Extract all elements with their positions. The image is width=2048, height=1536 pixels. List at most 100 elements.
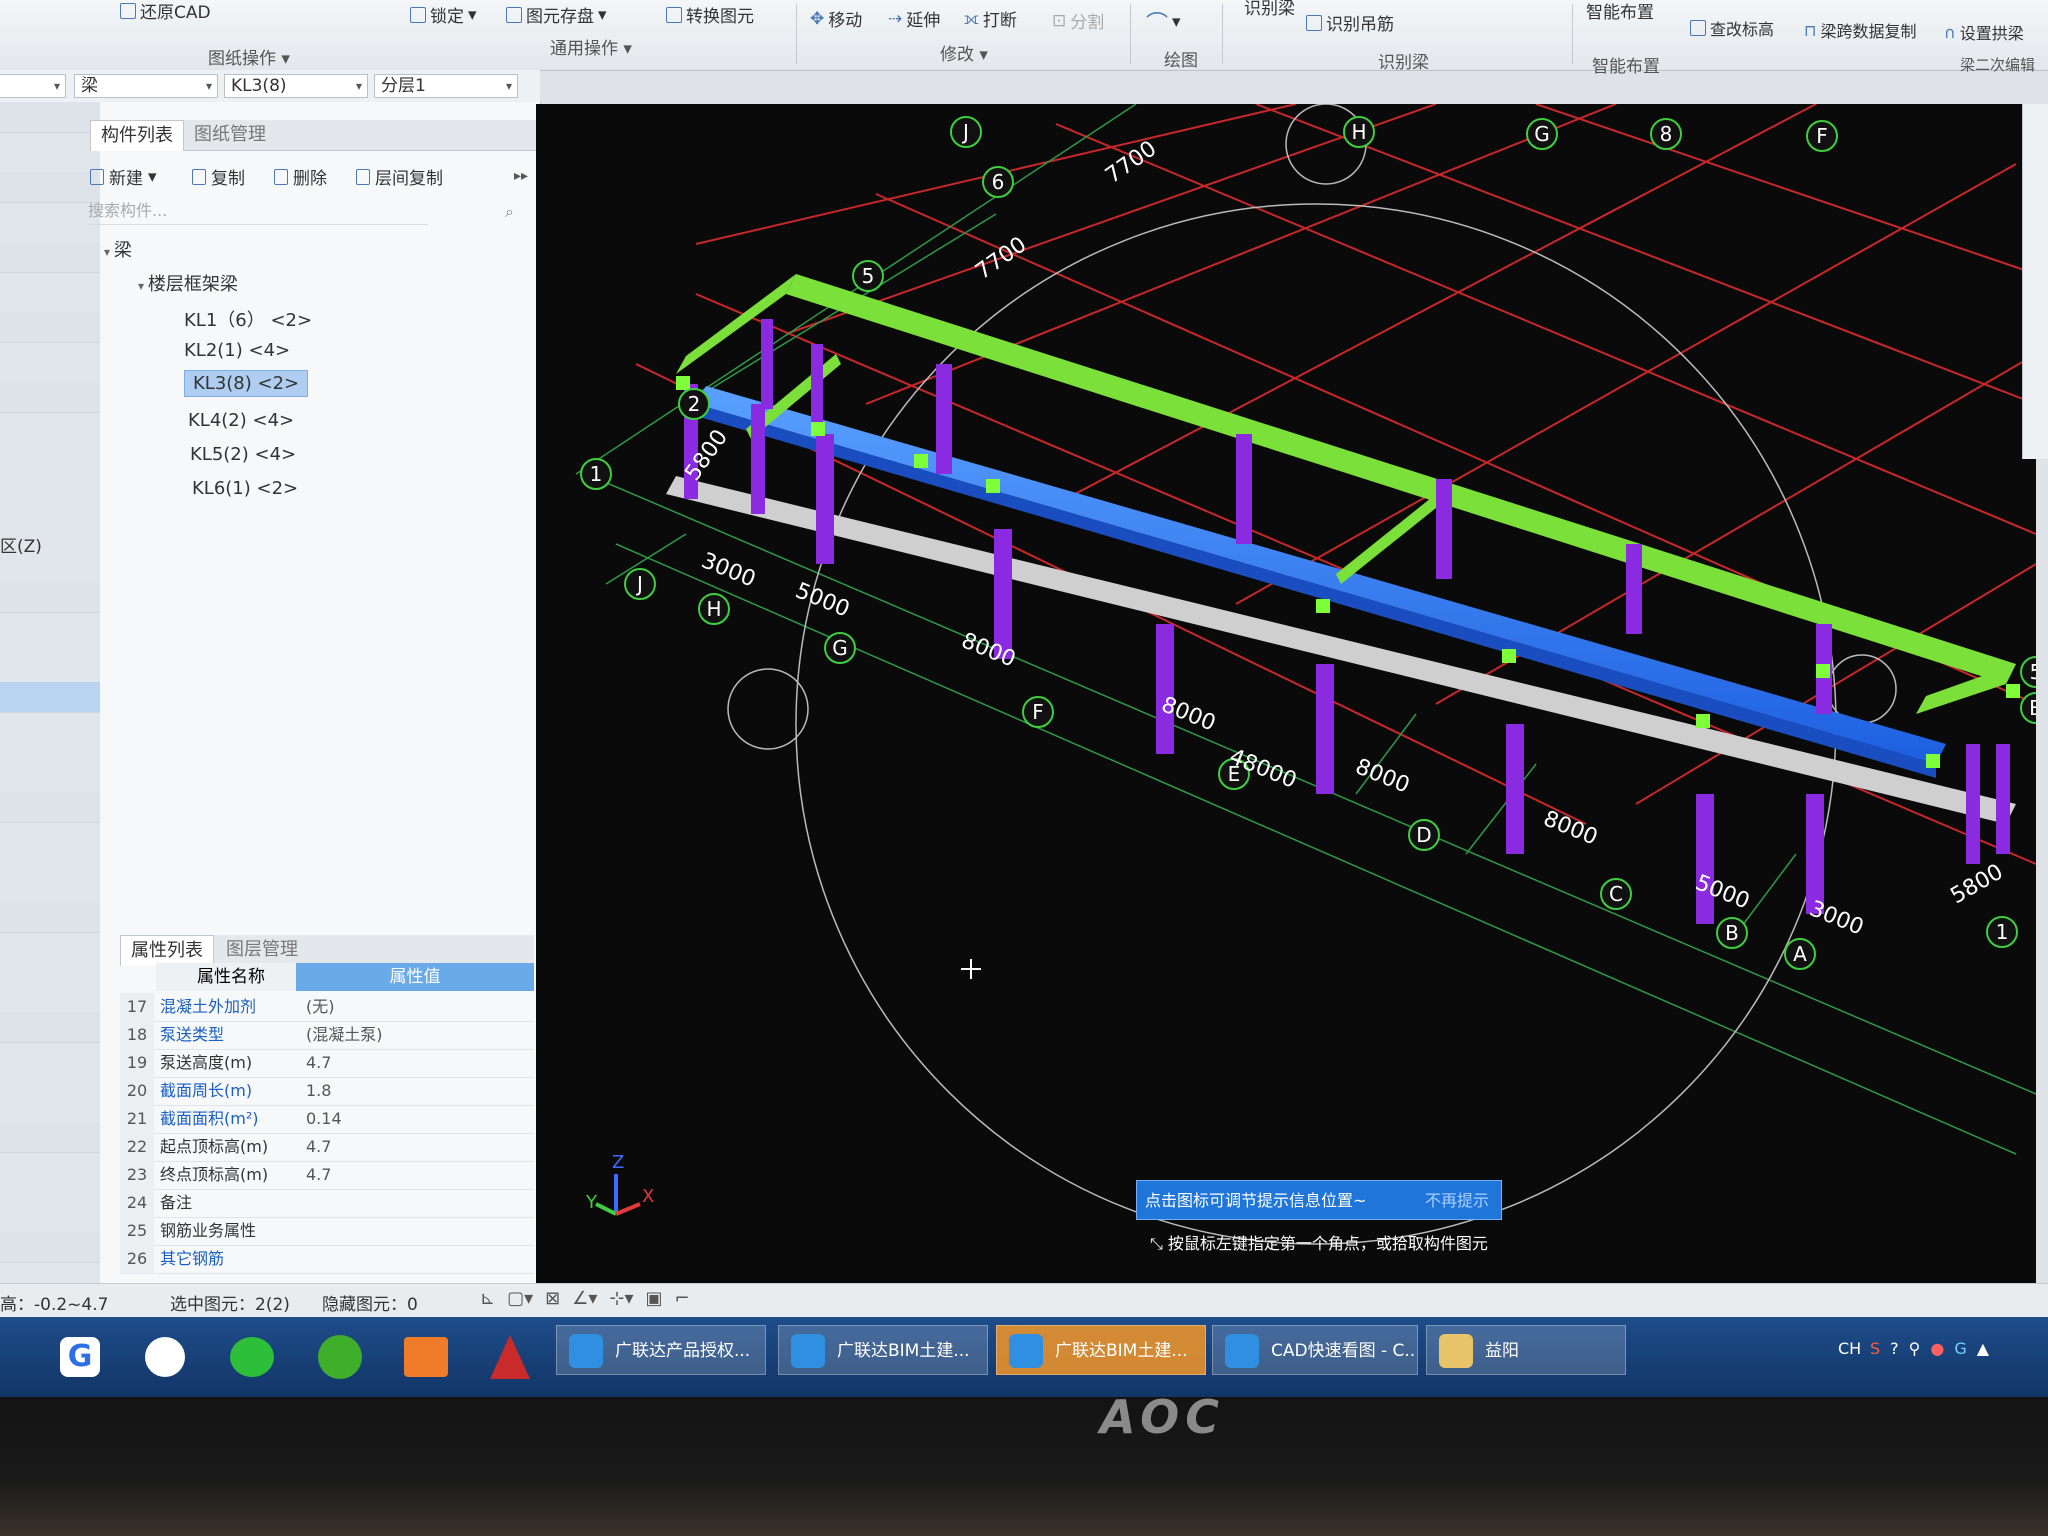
group-modify[interactable]: 修改 ▾ [940, 40, 988, 65]
nav-row[interactable] [0, 312, 100, 343]
tree-item-kl5[interactable]: KL5(2) <4> [190, 444, 296, 465]
nav-row[interactable] [0, 1122, 100, 1153]
property-row[interactable]: 20 截面周长(m) 1.8 [120, 1077, 534, 1106]
component-select[interactable]: KL3(8) [224, 74, 368, 98]
sogou-icon[interactable]: S [1870, 1339, 1880, 1358]
property-value[interactable]: 4.7 [306, 1133, 331, 1161]
nav-row[interactable] [0, 382, 100, 413]
group-drawing-ops[interactable]: 图纸操作 ▾ [208, 44, 290, 69]
property-value[interactable]: 0.14 [306, 1105, 342, 1133]
nav-row-active[interactable] [0, 682, 100, 713]
arc-snap-icon[interactable]: ⌐ [675, 1288, 690, 1309]
property-value[interactable]: 4.7 [306, 1049, 331, 1077]
property-row[interactable]: 22 起点顶标高(m) 4.7 [120, 1133, 534, 1162]
angle-icon[interactable]: ∠▾ [572, 1288, 597, 1309]
property-value[interactable]: 4.7 [306, 1161, 331, 1189]
browser-g-icon[interactable]: G [60, 1337, 100, 1377]
arc-draw-button[interactable]: ⌒ ▾ [1146, 6, 1181, 38]
property-row[interactable]: 26 其它钢筋 [120, 1245, 534, 1274]
autocad-icon[interactable] [490, 1335, 530, 1379]
span-copy-button[interactable]: ⊓ 梁跨数据复制 [1804, 18, 1917, 42]
3d-viewport[interactable]: JHG8F6521JHGFEDCBA15B7700770058003000500… [536, 103, 2048, 1284]
property-row[interactable]: 24 备注 [120, 1189, 534, 1218]
tree-item-kl4[interactable]: KL4(2) <4> [188, 410, 294, 431]
dont-show-again-link[interactable]: 不再提示 [1425, 1181, 1489, 1221]
arch-beam-button[interactable]: ∩ 设置拱梁 [1944, 20, 2024, 44]
smart-layout-button[interactable]: 智能布置 [1582, 0, 1654, 23]
identify-beam-button[interactable]: 识别梁 [1240, 0, 1295, 19]
tree-item-kl2[interactable]: KL2(1) <4> [184, 340, 290, 361]
property-row[interactable]: 21 截面面积(m²) 0.14 [120, 1105, 534, 1134]
nav-row[interactable] [0, 792, 100, 823]
nav-row[interactable] [0, 582, 100, 613]
ortho-icon[interactable]: ⊾ [480, 1288, 495, 1309]
tree-item-kl3-selected[interactable]: KL3(8) <2> [184, 370, 309, 397]
help-icon[interactable]: ? [1890, 1339, 1899, 1358]
property-value[interactable]: 1.8 [306, 1077, 331, 1105]
property-value[interactable]: (无) [306, 993, 335, 1021]
structure-model[interactable] [666, 274, 2020, 924]
convert-element-button[interactable]: 转换图元 [666, 2, 754, 27]
layer-select[interactable]: 分层1 [374, 74, 518, 98]
dynamic-input-icon[interactable]: ⊹▾ [609, 1288, 633, 1309]
extend-button[interactable]: ⇢ 延伸 [888, 6, 940, 32]
property-value[interactable]: (混凝土泵) [306, 1021, 383, 1049]
property-row[interactable]: 25 钢筋业务属性 [120, 1217, 534, 1246]
floor-copy-button[interactable]: 层间复制 [356, 164, 443, 189]
network-icon[interactable]: ⚲ [1909, 1339, 1921, 1358]
nav-row[interactable] [0, 1012, 100, 1043]
tree-group-frame-beam[interactable]: ▾ 楼层框架梁 [138, 270, 238, 296]
property-row[interactable]: 17 混凝土外加剂 (无) [120, 993, 534, 1022]
nav-row[interactable] [0, 102, 100, 133]
nav-row[interactable] [0, 172, 100, 203]
save-element-button[interactable]: 图元存盘 ▾ [506, 2, 607, 27]
nav-row[interactable] [0, 902, 100, 933]
input-language[interactable]: CH [1838, 1339, 1861, 1358]
nav-row[interactable] [0, 1232, 100, 1263]
break-button[interactable]: ⟗ 打断 [964, 6, 1017, 32]
snap-toolbar[interactable]: ⊾ ▢▾ ⊠ ∠▾ ⊹▾ ▣ ⌐ [480, 1288, 690, 1309]
model-canvas[interactable]: JHG8F6521JHGFEDCBA15B7700770058003000500… [536, 103, 2048, 1284]
office-app-icon[interactable] [404, 1337, 448, 1377]
taskbar-app-button[interactable]: 广联达产品授权... [556, 1325, 766, 1375]
taskbar-app-button[interactable]: CAD快速看图 - C... [1212, 1325, 1418, 1375]
system-tray[interactable]: S? ⚲ ● G ▲ [1870, 1339, 1989, 1358]
cross-snap-icon[interactable]: ⊠ [545, 1288, 560, 1309]
tab-property-list[interactable]: 属性列表 [120, 935, 214, 966]
more-icon[interactable]: ▸▸ [514, 168, 528, 184]
tab-drawing-management[interactable]: 图纸管理 [184, 120, 276, 150]
property-row[interactable]: 23 终点顶标高(m) 4.7 [120, 1161, 534, 1190]
nav-item-region[interactable]: 区(Z) [0, 532, 42, 557]
move-button[interactable]: ✥ 移动 [810, 6, 862, 32]
delete-button[interactable]: 删除 [274, 164, 327, 189]
restore-cad-button[interactable]: 还原CAD [120, 0, 211, 23]
tab-component-list[interactable]: 构件列表 [90, 120, 184, 151]
g-tray-icon[interactable]: G [1954, 1339, 1966, 1358]
new-button[interactable]: 新建 ▾ [90, 164, 157, 189]
right-view-toolbar[interactable] [2022, 104, 2048, 459]
search-icon[interactable]: ⌕ [505, 202, 514, 222]
lock-button[interactable]: 锁定 ▾ [410, 2, 477, 27]
taskbar-app-button[interactable]: 广联达BIM土建... [996, 1325, 1206, 1375]
property-row[interactable]: 18 泵送类型 (混凝土泵) [120, 1021, 534, 1050]
hint-tooltip[interactable]: 点击图标可调节提示信息位置~ 不再提示 [1136, 1180, 1502, 1220]
cloud-app-icon[interactable] [145, 1337, 185, 1377]
snap-box-icon[interactable]: ▢▾ [507, 1288, 533, 1309]
taskbar-app-button[interactable]: 广联达BIM土建... [778, 1325, 988, 1375]
elevation-button[interactable]: 查改标高 [1690, 16, 1774, 40]
grid-snap-icon[interactable]: ▣ [646, 1288, 663, 1309]
category-select[interactable]: 梁 [74, 74, 218, 98]
nav-row[interactable] [0, 242, 100, 273]
ground-beam[interactable] [666, 476, 2016, 824]
tree-root-beam[interactable]: ▾ 梁 [104, 236, 132, 262]
property-row[interactable]: 19 泵送高度(m) 4.7 [120, 1049, 534, 1078]
wifi-icon[interactable]: ▲ [1977, 1339, 1989, 1358]
group-common-ops[interactable]: 通用操作 ▾ [550, 34, 632, 59]
floor-select[interactable] [0, 74, 66, 98]
green-beam-end[interactable] [676, 274, 796, 374]
identify-hanger-button[interactable]: 识别吊筋 [1306, 10, 1394, 35]
search-input[interactable]: 搜索构件... [88, 198, 428, 225]
wechat-icon[interactable] [230, 1337, 274, 1377]
split-button[interactable]: ⊡ 分割 [1052, 8, 1104, 34]
taskbar-app-button[interactable]: 益阳 [1426, 1325, 1626, 1375]
